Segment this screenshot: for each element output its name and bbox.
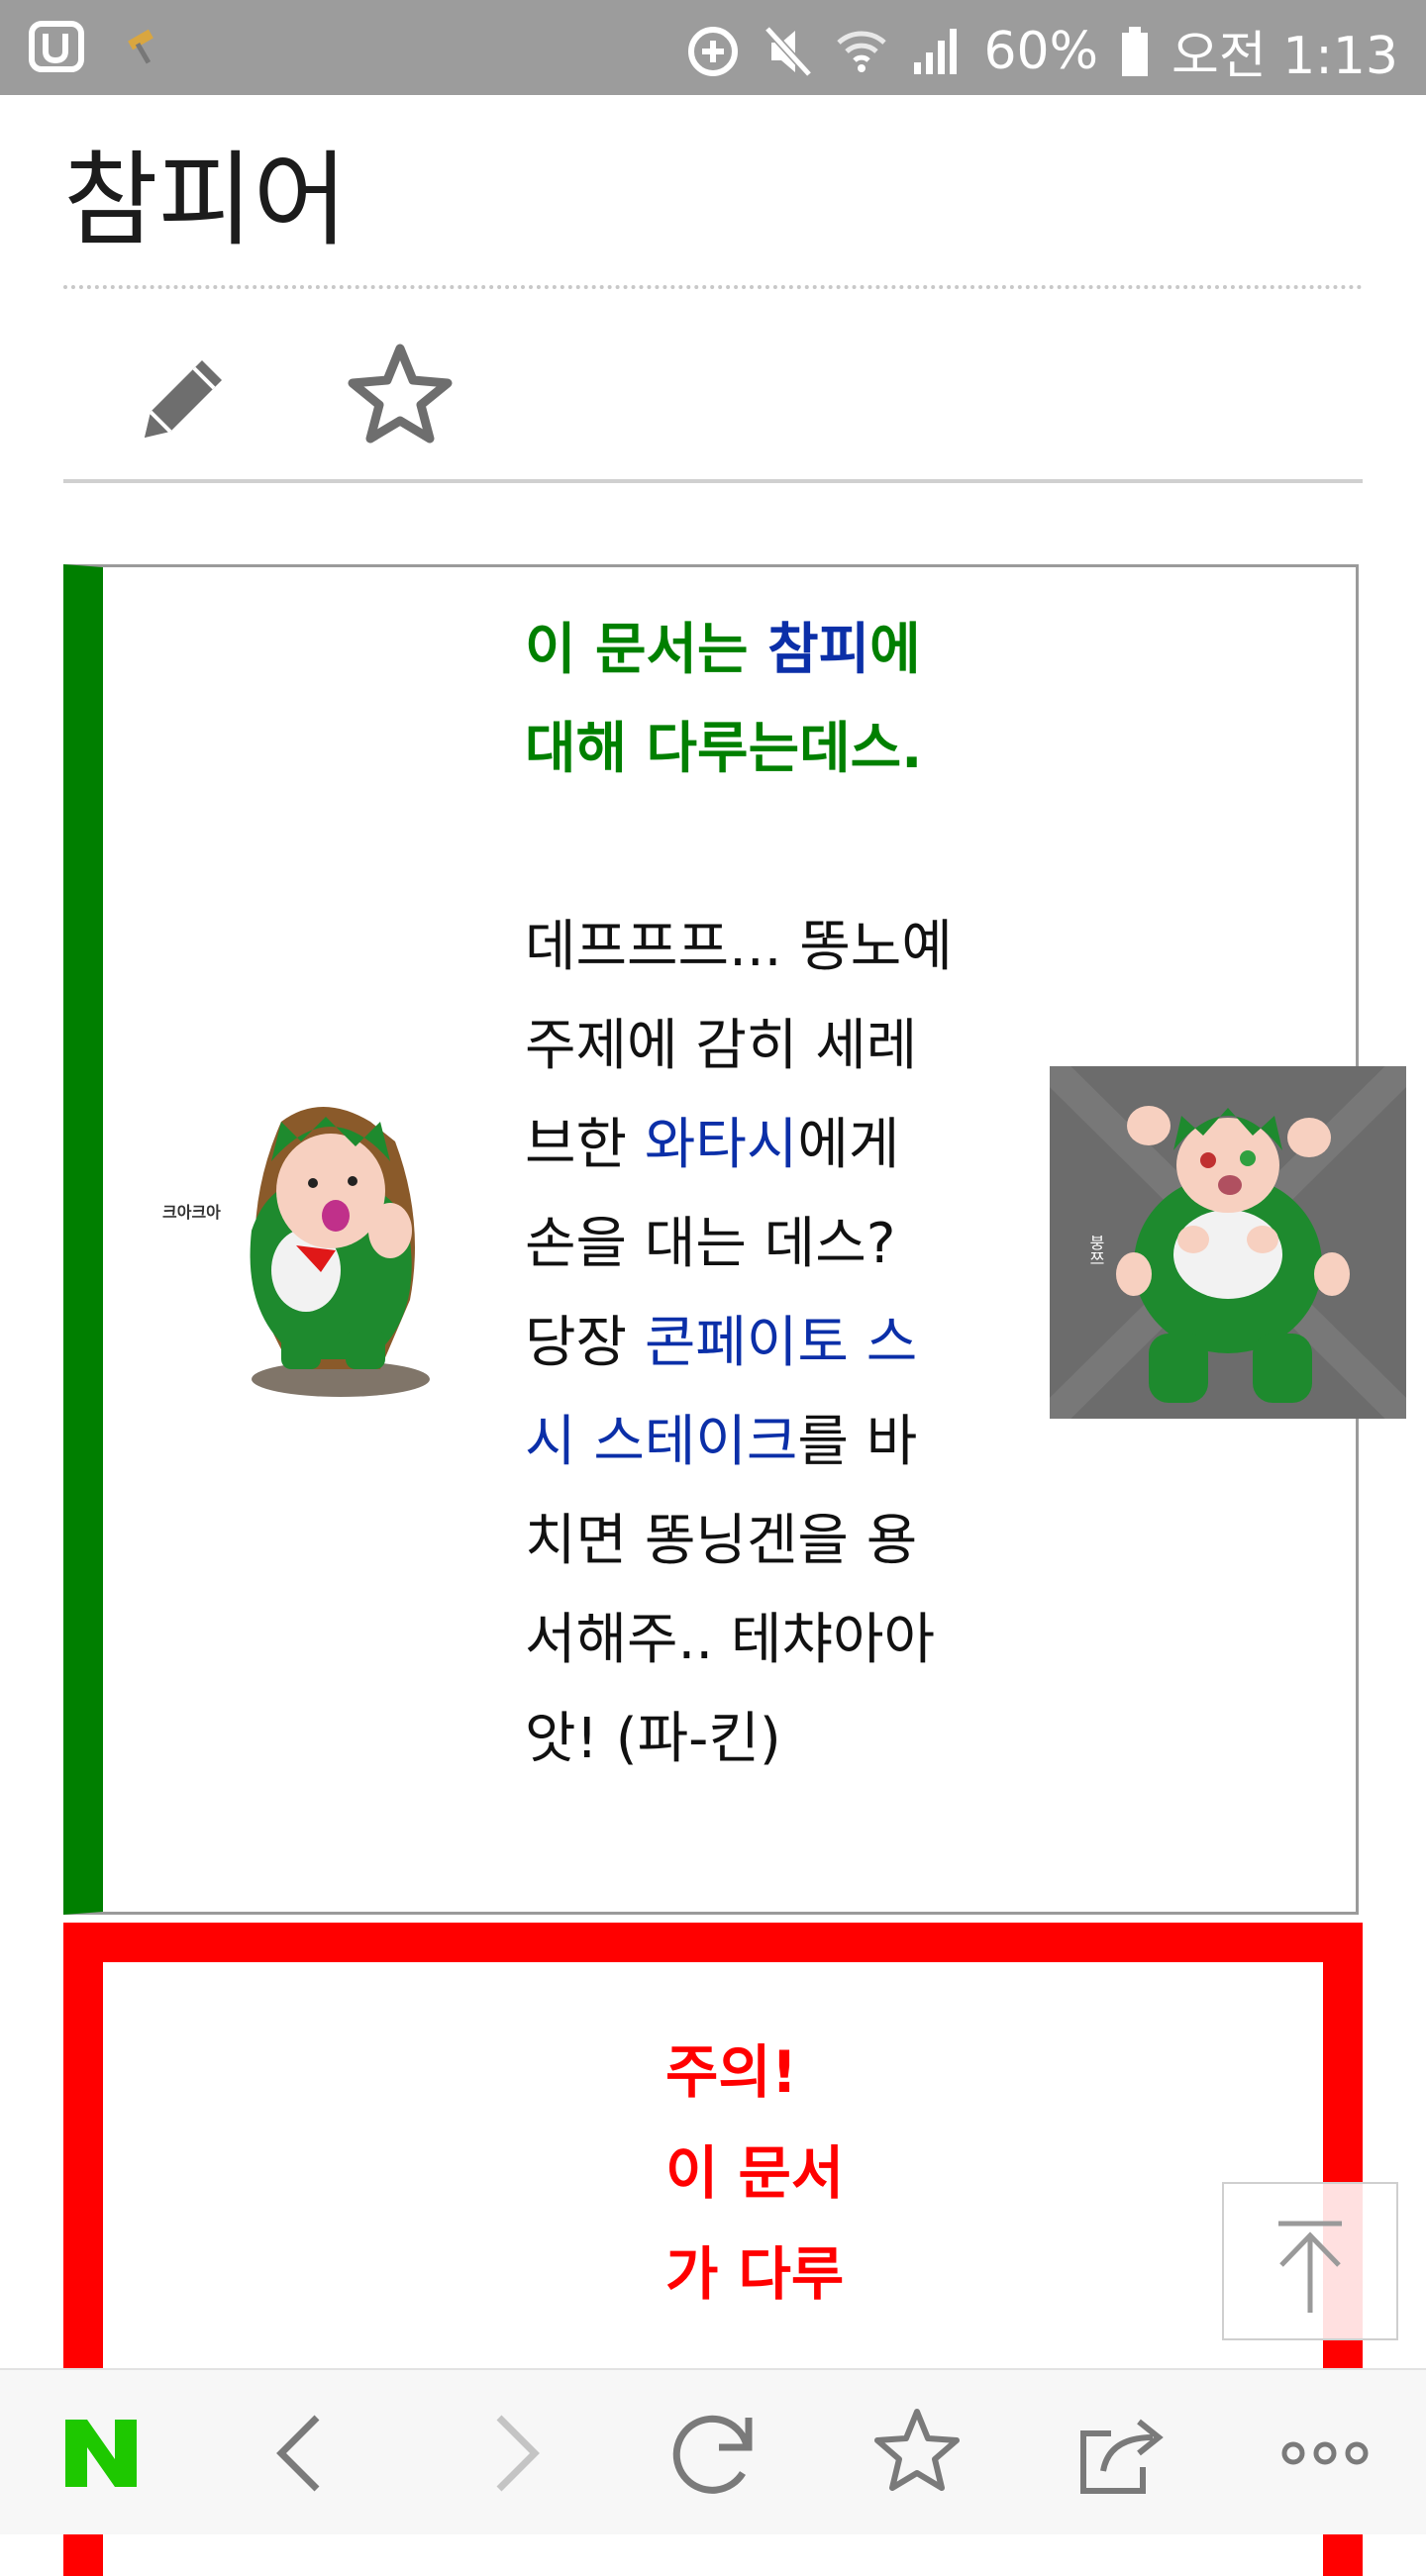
notice-text: 이 문서는 참피에 대해 다루는데스. 데프프프... 똥노예 주제에 감히 세… [525,601,961,1789]
pencil-icon [123,360,242,463]
status-left [28,18,164,75]
notice-heading: 이 문서는 참피에 대해 다루는데스. [525,601,961,799]
notice-box-green: 크아크아 이 문서는 참피에 대해 다루는데스. 데프프프... 똥노예 주제에… [63,564,1417,1915]
title-divider [63,285,1363,289]
share-icon [1071,2419,1171,2507]
arrow-up-icon [1224,2221,1396,2342]
favorite-button[interactable] [341,337,459,455]
status-bar: 60% 오전 1:13 [0,0,1426,95]
bottom-nav-bar [0,2368,1426,2534]
para2-text-a: 당장 [525,1311,645,1375]
mute-icon [764,25,813,78]
character-image-left: 크아크아 [133,1082,489,1409]
link-champi[interactable]: 참피 [767,618,869,682]
more-dots-icon [1275,2441,1375,2507]
wifi-icon [835,25,888,78]
reload-button[interactable] [663,2404,763,2503]
star-icon [341,344,459,459]
link-watashi[interactable]: 와타시 [645,1113,798,1177]
app-u-icon [28,18,85,75]
edit-button[interactable] [123,341,242,459]
scroll-to-top-button[interactable] [1222,2182,1398,2340]
image-right-caption: 붕쯔 [1086,1235,1105,1266]
more-menu-button[interactable] [1275,2404,1375,2503]
star-icon [867,2409,967,2507]
share-button[interactable] [1071,2404,1171,2503]
data-saver-icon [684,23,742,80]
signal-icon [910,27,962,76]
hammer-icon [121,25,164,68]
bookmark-button[interactable] [867,2404,967,2503]
warning-text: 주의! 이 문서가 다루 [665,2038,845,2308]
back-button[interactable] [252,2404,351,2503]
heading-text-1: 이 문서는 [525,618,768,682]
notice-paragraph-1: 데프프프... 똥노예 주제에 감히 세레브한 와타시에게 손을 대는 데스? [525,898,961,1294]
status-right: 60% 오전 1:13 [684,14,1398,88]
chevron-right-icon [465,2415,564,2507]
chevron-left-icon [252,2415,351,2507]
naver-n-icon [51,2420,151,2507]
clock: 오전 1:13 [1171,27,1398,86]
image-left-caption: 크아크아 [162,1203,221,1222]
character-image-right: 붕쯔 [1039,1055,1417,1430]
notice-paragraph-2: 당장 콘페이토 스시 스테이크를 바치면 똥닝겐을 용서해주.. 테챠아아앗! … [525,1294,961,1789]
battery-icon [1120,25,1150,78]
home-button[interactable] [51,2404,151,2503]
action-divider [63,479,1363,483]
page-title: 참피어 [63,140,349,260]
forward-button[interactable] [465,2404,564,2503]
refresh-icon [663,2415,763,2507]
battery-percent: 60% [983,21,1099,81]
